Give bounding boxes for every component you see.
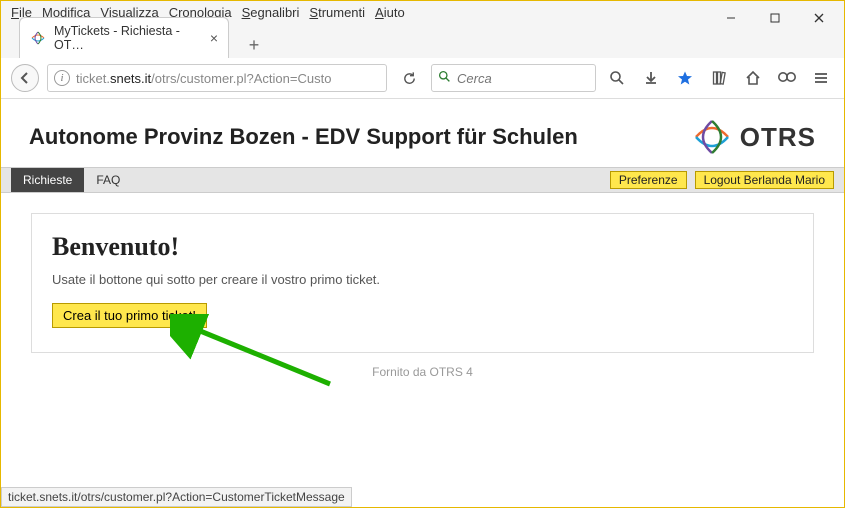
url-text: ticket.snets.it/otrs/customer.pl?Action=… <box>76 71 380 86</box>
reload-button[interactable] <box>395 64 423 92</box>
tab-favicon-icon <box>30 30 46 46</box>
page-title: Autonome Provinz Bozen - EDV Support für… <box>29 124 578 150</box>
new-tab-button[interactable]: + <box>241 32 267 58</box>
tab-title: MyTickets - Richiesta - OT… <box>54 24 202 52</box>
browser-toolbar: i ticket.snets.it/otrs/customer.pl?Actio… <box>1 58 844 99</box>
nav-richieste[interactable]: Richieste <box>11 168 84 192</box>
search-engine-icon <box>438 70 451 86</box>
nav-logout[interactable]: Logout Berlanda Mario <box>695 171 834 189</box>
tab-close-button[interactable]: × <box>210 30 218 46</box>
status-bar: ticket.snets.it/otrs/customer.pl?Action=… <box>1 487 352 507</box>
search-input[interactable] <box>457 71 589 86</box>
back-button[interactable] <box>11 64 39 92</box>
nav-preferences[interactable]: Preferenze <box>610 171 687 189</box>
site-info-icon[interactable]: i <box>54 70 70 86</box>
welcome-heading: Benvenuto! <box>52 232 793 262</box>
create-ticket-button[interactable]: Crea il tuo primo ticket! <box>52 303 207 328</box>
bookmark-star-icon[interactable] <box>672 65 698 91</box>
downloads-icon[interactable] <box>638 65 664 91</box>
otrs-logo: OTRS <box>692 117 816 157</box>
search-box[interactable] <box>431 64 596 92</box>
page-footer: Fornito da OTRS 4 <box>1 365 844 379</box>
mask-icon[interactable] <box>774 65 800 91</box>
toolbar-search-icon[interactable] <box>604 65 630 91</box>
home-icon[interactable] <box>740 65 766 91</box>
otrs-logo-text: OTRS <box>740 122 816 153</box>
page-nav: Richieste FAQ Preferenze Logout Berlanda… <box>1 167 844 193</box>
otrs-logo-icon <box>692 117 732 157</box>
page-content: Autonome Provinz Bozen - EDV Support für… <box>1 99 844 379</box>
nav-faq[interactable]: FAQ <box>84 168 132 192</box>
menu-bookmarks[interactable]: Segnalibri <box>242 5 300 20</box>
browser-tab[interactable]: MyTickets - Richiesta - OT… × <box>19 17 229 58</box>
welcome-panel: Benvenuto! Usate il bottone qui sotto pe… <box>31 213 814 353</box>
hamburger-menu-icon[interactable] <box>808 65 834 91</box>
menu-tools[interactable]: Strumenti <box>309 5 365 20</box>
page-header: Autonome Provinz Bozen - EDV Support für… <box>1 99 844 167</box>
tab-bar: MyTickets - Richiesta - OT… × + <box>1 24 844 58</box>
menu-help[interactable]: Aiuto <box>375 5 405 20</box>
address-bar[interactable]: i ticket.snets.it/otrs/customer.pl?Actio… <box>47 64 387 92</box>
sidebar-bookmarks-icon[interactable] <box>706 65 732 91</box>
welcome-intro: Usate il bottone qui sotto per creare il… <box>52 272 793 287</box>
